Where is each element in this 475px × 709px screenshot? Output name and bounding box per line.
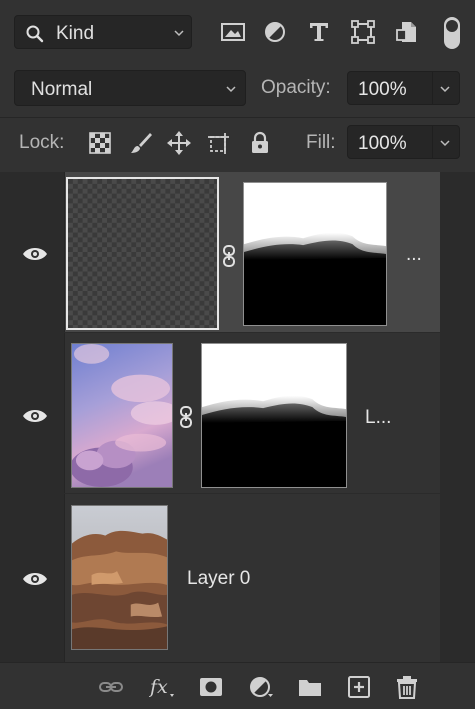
layer-name[interactable]: Layer 0 xyxy=(187,568,250,590)
shape-filter-icon[interactable] xyxy=(350,20,376,44)
layer-mask-thumbnail xyxy=(201,343,347,488)
layer-filter-kind-select[interactable]: Kind xyxy=(14,15,192,49)
layer-mask-thumbnail xyxy=(243,182,387,326)
eye-icon[interactable] xyxy=(22,407,48,425)
lock-all-icon[interactable] xyxy=(248,131,272,155)
filter-toggle-switch[interactable] xyxy=(444,17,460,49)
lock-artboard-icon[interactable] xyxy=(207,131,231,155)
new-group-icon[interactable] xyxy=(297,675,323,699)
link-layers-icon[interactable] xyxy=(98,675,124,699)
layers-bottom-toolbar: fx xyxy=(0,662,475,709)
image-filter-icon[interactable] xyxy=(220,20,246,44)
blend-mode-select[interactable]: Normal xyxy=(14,70,246,106)
opacity-label: Opacity: xyxy=(261,77,331,98)
lock-position-icon[interactable] xyxy=(167,131,191,155)
layer-thumbnail-transparent xyxy=(66,177,219,330)
type-filter-icon[interactable] xyxy=(306,20,332,44)
mask-link-icon[interactable] xyxy=(179,406,193,428)
delete-layer-icon[interactable] xyxy=(394,675,420,699)
layer-row-bottom[interactable]: Layer 0 xyxy=(0,494,440,662)
svg-text:fx: fx xyxy=(149,676,168,698)
eye-icon[interactable] xyxy=(22,245,48,263)
layer-thumbnail-rocks xyxy=(71,505,168,650)
chevron-down-icon xyxy=(226,86,236,93)
adjustment-filter-icon[interactable] xyxy=(262,20,288,44)
layer-name[interactable]: ... xyxy=(406,244,422,266)
filter-kind-label: Kind xyxy=(56,23,95,44)
divider xyxy=(0,117,475,118)
scrollbar-track[interactable] xyxy=(440,172,475,662)
adjustment-layer-icon[interactable] xyxy=(248,675,274,699)
eye-icon[interactable] xyxy=(22,570,48,588)
chevron-down-icon xyxy=(174,30,184,37)
layer-row-middle[interactable]: L... xyxy=(0,333,440,493)
add-mask-icon[interactable] xyxy=(198,675,224,699)
search-icon xyxy=(26,25,44,43)
fill-split xyxy=(432,126,433,158)
opacity-split xyxy=(432,72,433,104)
blend-mode-value: Normal xyxy=(31,79,93,100)
smart-object-filter-icon[interactable] xyxy=(394,20,420,44)
new-layer-icon[interactable] xyxy=(346,675,372,699)
opacity-field[interactable]: 100% xyxy=(347,71,460,105)
fill-label: Fill: xyxy=(306,132,336,153)
fill-value: 100% xyxy=(358,133,407,154)
mask-link-icon[interactable] xyxy=(222,245,236,267)
layers-panel: Kind Normal Opacity: 100% Lock: Fill: 10… xyxy=(0,0,475,709)
lock-transparent-pixels-icon[interactable] xyxy=(88,131,112,155)
lock-label: Lock: xyxy=(19,132,65,153)
opacity-value: 100% xyxy=(358,79,407,100)
chevron-down-icon[interactable] xyxy=(439,83,451,95)
lock-image-pixels-icon[interactable] xyxy=(129,131,153,155)
layer-row-top[interactable]: ... xyxy=(0,172,440,332)
fx-icon[interactable]: fx xyxy=(149,675,175,699)
layer-name[interactable]: L... xyxy=(365,407,391,429)
layer-thumbnail-sky xyxy=(71,343,173,488)
toggle-knob xyxy=(446,20,458,32)
fill-field[interactable]: 100% xyxy=(347,125,460,159)
chevron-down-icon[interactable] xyxy=(439,137,451,149)
